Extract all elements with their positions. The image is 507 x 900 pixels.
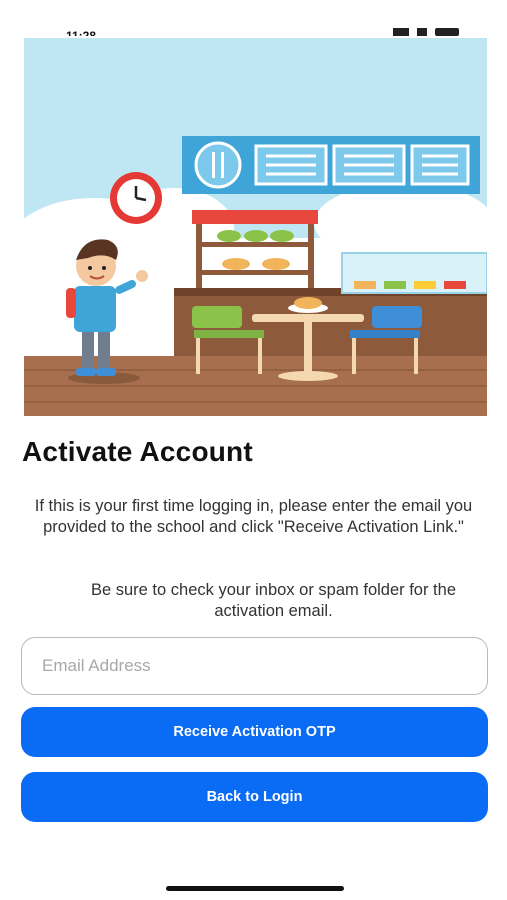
email-field[interactable]: [21, 637, 488, 695]
wifi-icon: [417, 28, 427, 36]
instructions-text: If this is your first time logging in, p…: [34, 497, 473, 536]
receive-activation-otp-button[interactable]: Receive Activation OTP: [21, 707, 488, 757]
status-icons: [393, 28, 459, 36]
back-to-login-button[interactable]: Back to Login: [21, 772, 488, 822]
page-title: Activate Account: [22, 436, 253, 467]
email-input[interactable]: [22, 638, 487, 694]
reminder-text: Be sure to check your inbox or spam fold…: [90, 581, 456, 620]
hero-illustration: [24, 38, 487, 416]
home-indicator: [166, 886, 344, 891]
battery-icon: [435, 28, 459, 36]
status-bar: 11:28: [0, 0, 507, 38]
signal-icon: [393, 28, 409, 36]
status-time: 11:28: [66, 29, 97, 36]
